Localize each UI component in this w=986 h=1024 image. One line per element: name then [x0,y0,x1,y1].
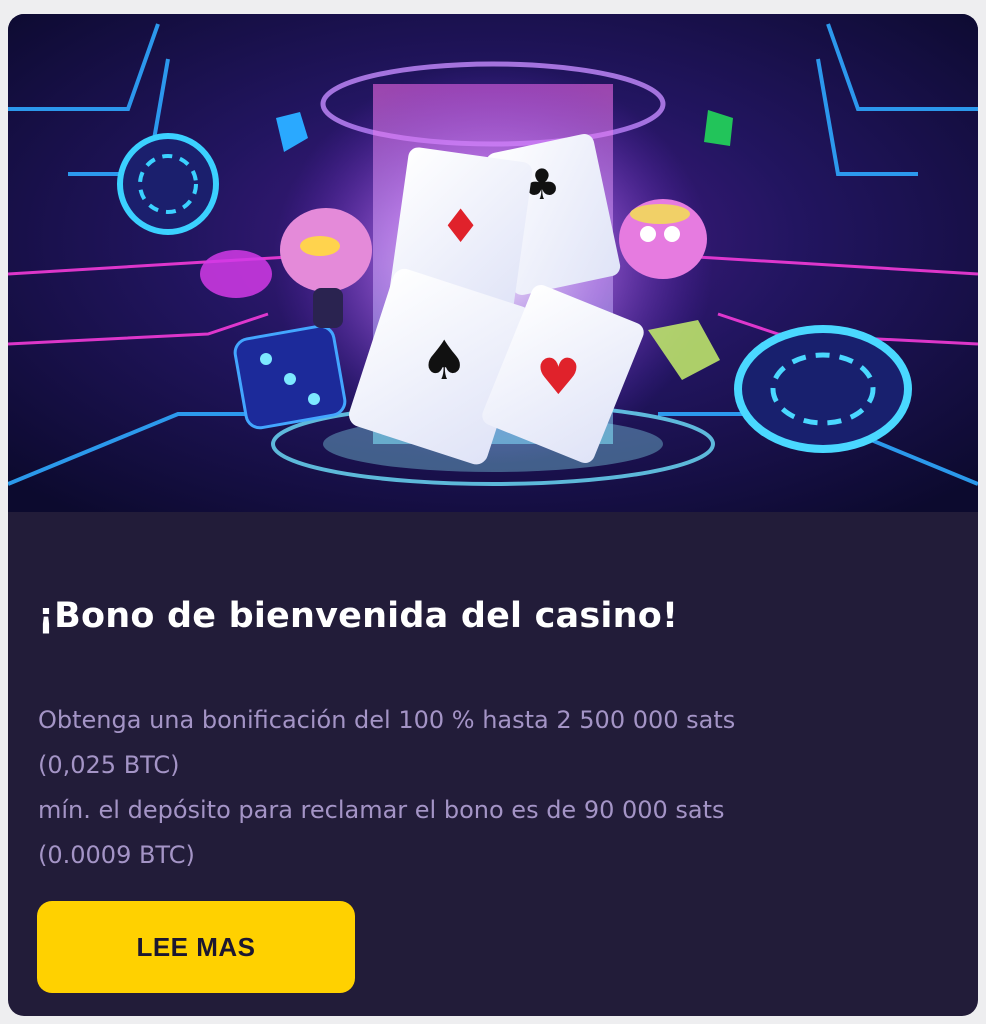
read-more-button[interactable]: LEE MAS [37,901,355,993]
description-line: mín. el depósito para reclamar el bono e… [38,796,725,824]
pig-mascot-icon [619,199,707,279]
svg-text:♦: ♦ [440,199,481,253]
dice-icon [233,324,347,430]
poker-chip-icon [117,133,219,235]
svg-text:♠: ♠ [420,329,468,392]
description-line: Obtenga una bonificación del 100 % hasta… [38,706,736,734]
promo-card: ♣ ♦ ♠ ♥ ¡Bono de bienvenida del casino! … [8,14,978,1016]
promo-description: Obtenga una bonificación del 100 % hasta… [38,698,948,878]
description-line: (0,025 BTC) [38,751,180,779]
poker-chip-icon [734,325,912,453]
hero-banner-image: ♣ ♦ ♠ ♥ [8,14,978,512]
promo-content: ¡Bono de bienvenida del casino! Obtenga … [8,512,978,1016]
svg-text:♥: ♥ [536,348,581,406]
promo-title: ¡Bono de bienvenida del casino! [38,596,679,636]
description-line: (0.0009 BTC) [38,841,195,869]
